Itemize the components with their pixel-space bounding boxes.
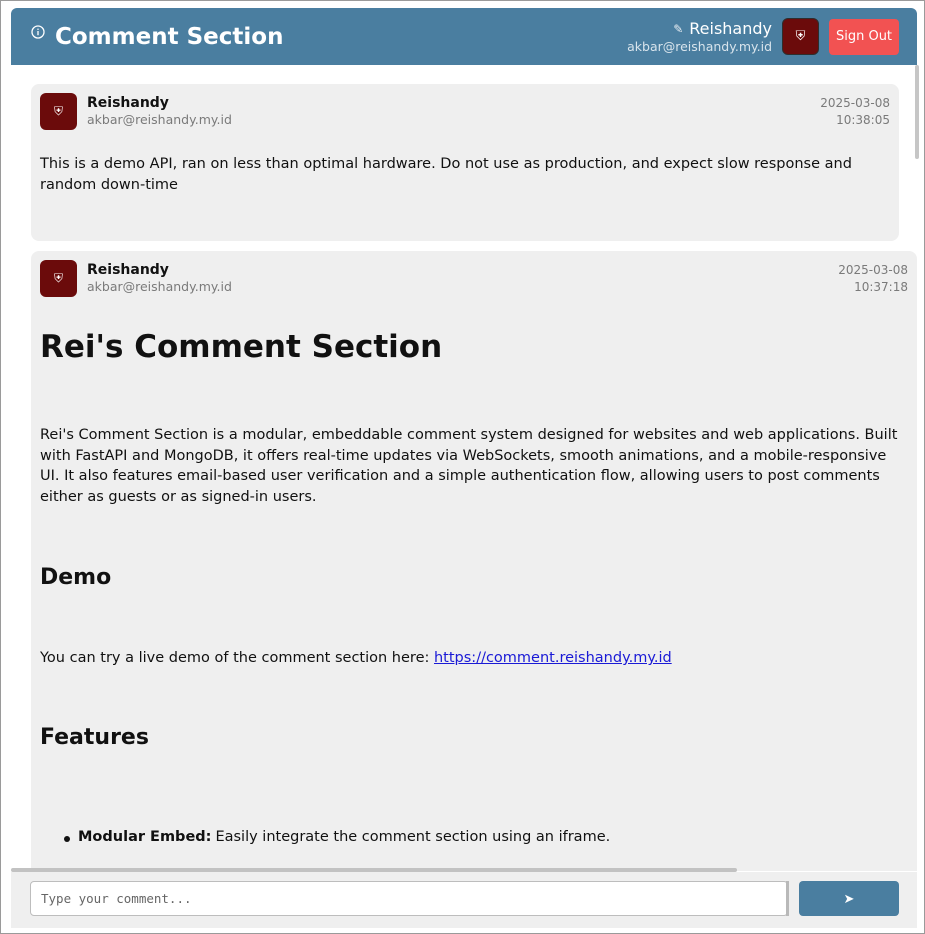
comment-date: 2025-03-08: [838, 263, 908, 277]
demo-text: You can try a live demo of the comment s…: [40, 650, 430, 666]
comment-card: ⛨ Reishandy akbar@reishandy.my.id 2025-0…: [31, 84, 899, 241]
avatar: ⛨: [40, 260, 77, 297]
feature-text: Easily integrate the comment section usi…: [215, 829, 611, 845]
avatar: ⛨: [40, 93, 77, 130]
comment-author: Reishandy akbar@reishandy.my.id: [87, 261, 232, 295]
comments-list[interactable]: ⛨ Reishandy akbar@reishandy.my.id 2025-0…: [11, 65, 917, 871]
comment-timestamp: 2025-03-08 10:38:05: [820, 95, 890, 130]
markdown-paragraph: Rei's Comment Section is a modular, embe…: [40, 427, 898, 505]
user-avatar[interactable]: ⛨: [782, 18, 819, 55]
user-name: Reishandy: [689, 19, 772, 39]
comment-date: 2025-03-08: [820, 96, 890, 110]
author-name: Reishandy: [87, 95, 169, 111]
app-window: Comment Section ✎ Reishandy akbar@reisha…: [0, 0, 925, 934]
author-name: Reishandy: [87, 262, 169, 278]
comment-composer: ➤: [11, 872, 917, 928]
info-icon[interactable]: [31, 24, 45, 39]
app-title: Comment Section: [55, 23, 284, 50]
sign-out-button[interactable]: Sign Out: [829, 18, 899, 55]
comment-card: ⛨ Reishandy akbar@reishandy.my.id 2025-0…: [31, 251, 917, 871]
markdown-subheading-features: Features: [40, 725, 149, 750]
send-button[interactable]: ➤: [799, 881, 899, 916]
shield-icon: ⛨: [795, 29, 806, 44]
vertical-scrollbar[interactable]: [915, 65, 919, 159]
comment-time: 10:38:05: [836, 113, 890, 128]
input-resize-handle[interactable]: [786, 881, 789, 916]
user-email: akbar@reishandy.my.id: [627, 38, 772, 54]
bullet-icon: [64, 836, 70, 842]
pen-icon: ✎: [673, 21, 684, 36]
comment-input[interactable]: [30, 881, 788, 916]
comment-header: ⛨ Reishandy akbar@reishandy.my.id: [40, 260, 232, 297]
author-email: akbar@reishandy.my.id: [87, 279, 232, 295]
comment-text: This is a demo API, ran on less than opt…: [40, 156, 852, 193]
comment-time: 10:37:18: [854, 280, 908, 295]
demo-link[interactable]: https://comment.reishandy.my.id: [434, 650, 672, 666]
comment-timestamp: 2025-03-08 10:37:18: [838, 262, 908, 297]
header-user-group: ✎ Reishandy akbar@reishandy.my.id ⛨ Sign…: [627, 18, 899, 55]
markdown-subheading-demo: Demo: [40, 565, 112, 590]
comment-header: ⛨ Reishandy akbar@reishandy.my.id: [40, 93, 232, 130]
markdown-heading: Rei's Comment Section: [40, 329, 443, 365]
author-email: akbar@reishandy.my.id: [87, 112, 232, 128]
feature-title: Modular Embed:: [78, 829, 212, 845]
app-header: Comment Section ✎ Reishandy akbar@reisha…: [11, 8, 917, 65]
user-name-row: ✎ Reishandy: [627, 19, 772, 38]
user-info: ✎ Reishandy akbar@reishandy.my.id: [627, 19, 772, 53]
header-title-group: Comment Section: [31, 24, 283, 50]
shield-icon: ⛨: [53, 104, 63, 118]
comment-author: Reishandy akbar@reishandy.my.id: [87, 94, 232, 128]
markdown-paragraph-demo: You can try a live demo of the comment s…: [40, 648, 910, 668]
list-item: Modular Embed: Easily integrate the comm…: [64, 829, 917, 845]
shield-icon: ⛨: [53, 271, 63, 285]
